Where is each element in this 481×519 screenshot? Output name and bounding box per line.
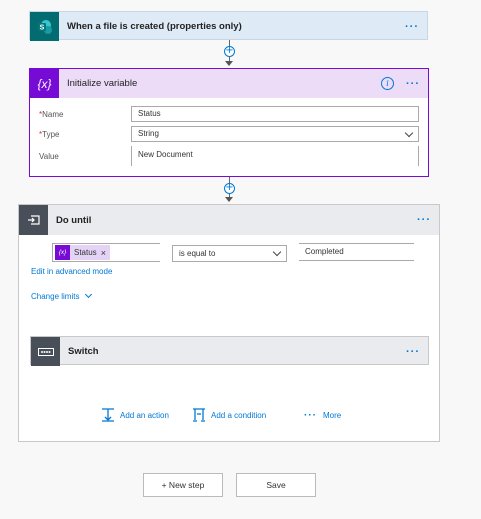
type-label: *Type bbox=[39, 130, 60, 139]
variable-icon: {x} bbox=[55, 245, 70, 260]
initialize-variable-card[interactable]: {x} Initialize variable i ··· *Name Stat… bbox=[29, 68, 429, 177]
more-icon: ··· bbox=[304, 410, 317, 421]
chevron-down-icon bbox=[272, 247, 282, 257]
trigger-menu-icon[interactable]: ··· bbox=[405, 21, 419, 33]
change-limits-link[interactable]: Change limits bbox=[31, 290, 92, 301]
new-step-button[interactable]: + New step bbox=[143, 473, 223, 497]
arrow-down-icon bbox=[225, 197, 233, 202]
add-action-icon bbox=[102, 408, 114, 422]
condition-left-field[interactable]: {x} Status × bbox=[52, 243, 160, 262]
insert-step-icon[interactable]: + bbox=[224, 183, 235, 194]
add-condition-icon bbox=[193, 408, 205, 422]
chevron-down-icon bbox=[84, 290, 92, 299]
save-button[interactable]: Save bbox=[236, 473, 316, 497]
status-token[interactable]: {x} Status × bbox=[55, 245, 110, 260]
switch-title: Switch bbox=[68, 346, 99, 357]
init-variable-title: Initialize variable bbox=[67, 78, 138, 89]
loop-icon bbox=[19, 205, 48, 235]
do-until-menu-icon[interactable]: ··· bbox=[417, 214, 431, 226]
type-select[interactable]: String bbox=[131, 126, 419, 142]
switch-icon bbox=[31, 337, 60, 366]
token-label: Status bbox=[74, 248, 97, 257]
compare-value-field[interactable]: Completed bbox=[299, 243, 414, 261]
do-until-title: Do until bbox=[56, 214, 92, 226]
sharepoint-icon: S bbox=[30, 12, 59, 41]
trigger-title: When a file is created (properties only) bbox=[67, 21, 242, 32]
close-icon[interactable]: × bbox=[101, 248, 106, 258]
value-input[interactable]: New Document bbox=[131, 146, 419, 166]
add-condition-button[interactable]: Add a condition bbox=[192, 408, 266, 422]
name-label: *Name bbox=[39, 110, 64, 119]
edit-advanced-mode-link[interactable]: Edit in advanced mode bbox=[31, 267, 112, 276]
svg-text:S: S bbox=[39, 24, 44, 31]
operator-select[interactable]: is equal to bbox=[172, 245, 287, 262]
switch-menu-icon[interactable]: ··· bbox=[406, 346, 420, 358]
do-until-card[interactable]: Do until ··· {x} Status × is equal to Co… bbox=[18, 204, 440, 442]
add-action-button[interactable]: Add an action bbox=[101, 408, 169, 422]
info-icon[interactable]: i bbox=[381, 77, 394, 90]
switch-card[interactable]: Switch ··· bbox=[30, 336, 429, 366]
trigger-card[interactable]: S When a file is created (properties onl… bbox=[29, 11, 428, 41]
insert-step-icon[interactable]: + bbox=[224, 46, 235, 57]
init-variable-menu-icon[interactable]: ··· bbox=[406, 78, 420, 90]
more-button[interactable]: ··· More bbox=[304, 410, 341, 421]
value-label: Value bbox=[39, 152, 59, 161]
chevron-down-icon bbox=[404, 128, 414, 138]
name-input[interactable]: Status bbox=[131, 106, 419, 122]
arrow-down-icon bbox=[225, 61, 233, 66]
variable-icon: {x} bbox=[30, 69, 59, 98]
